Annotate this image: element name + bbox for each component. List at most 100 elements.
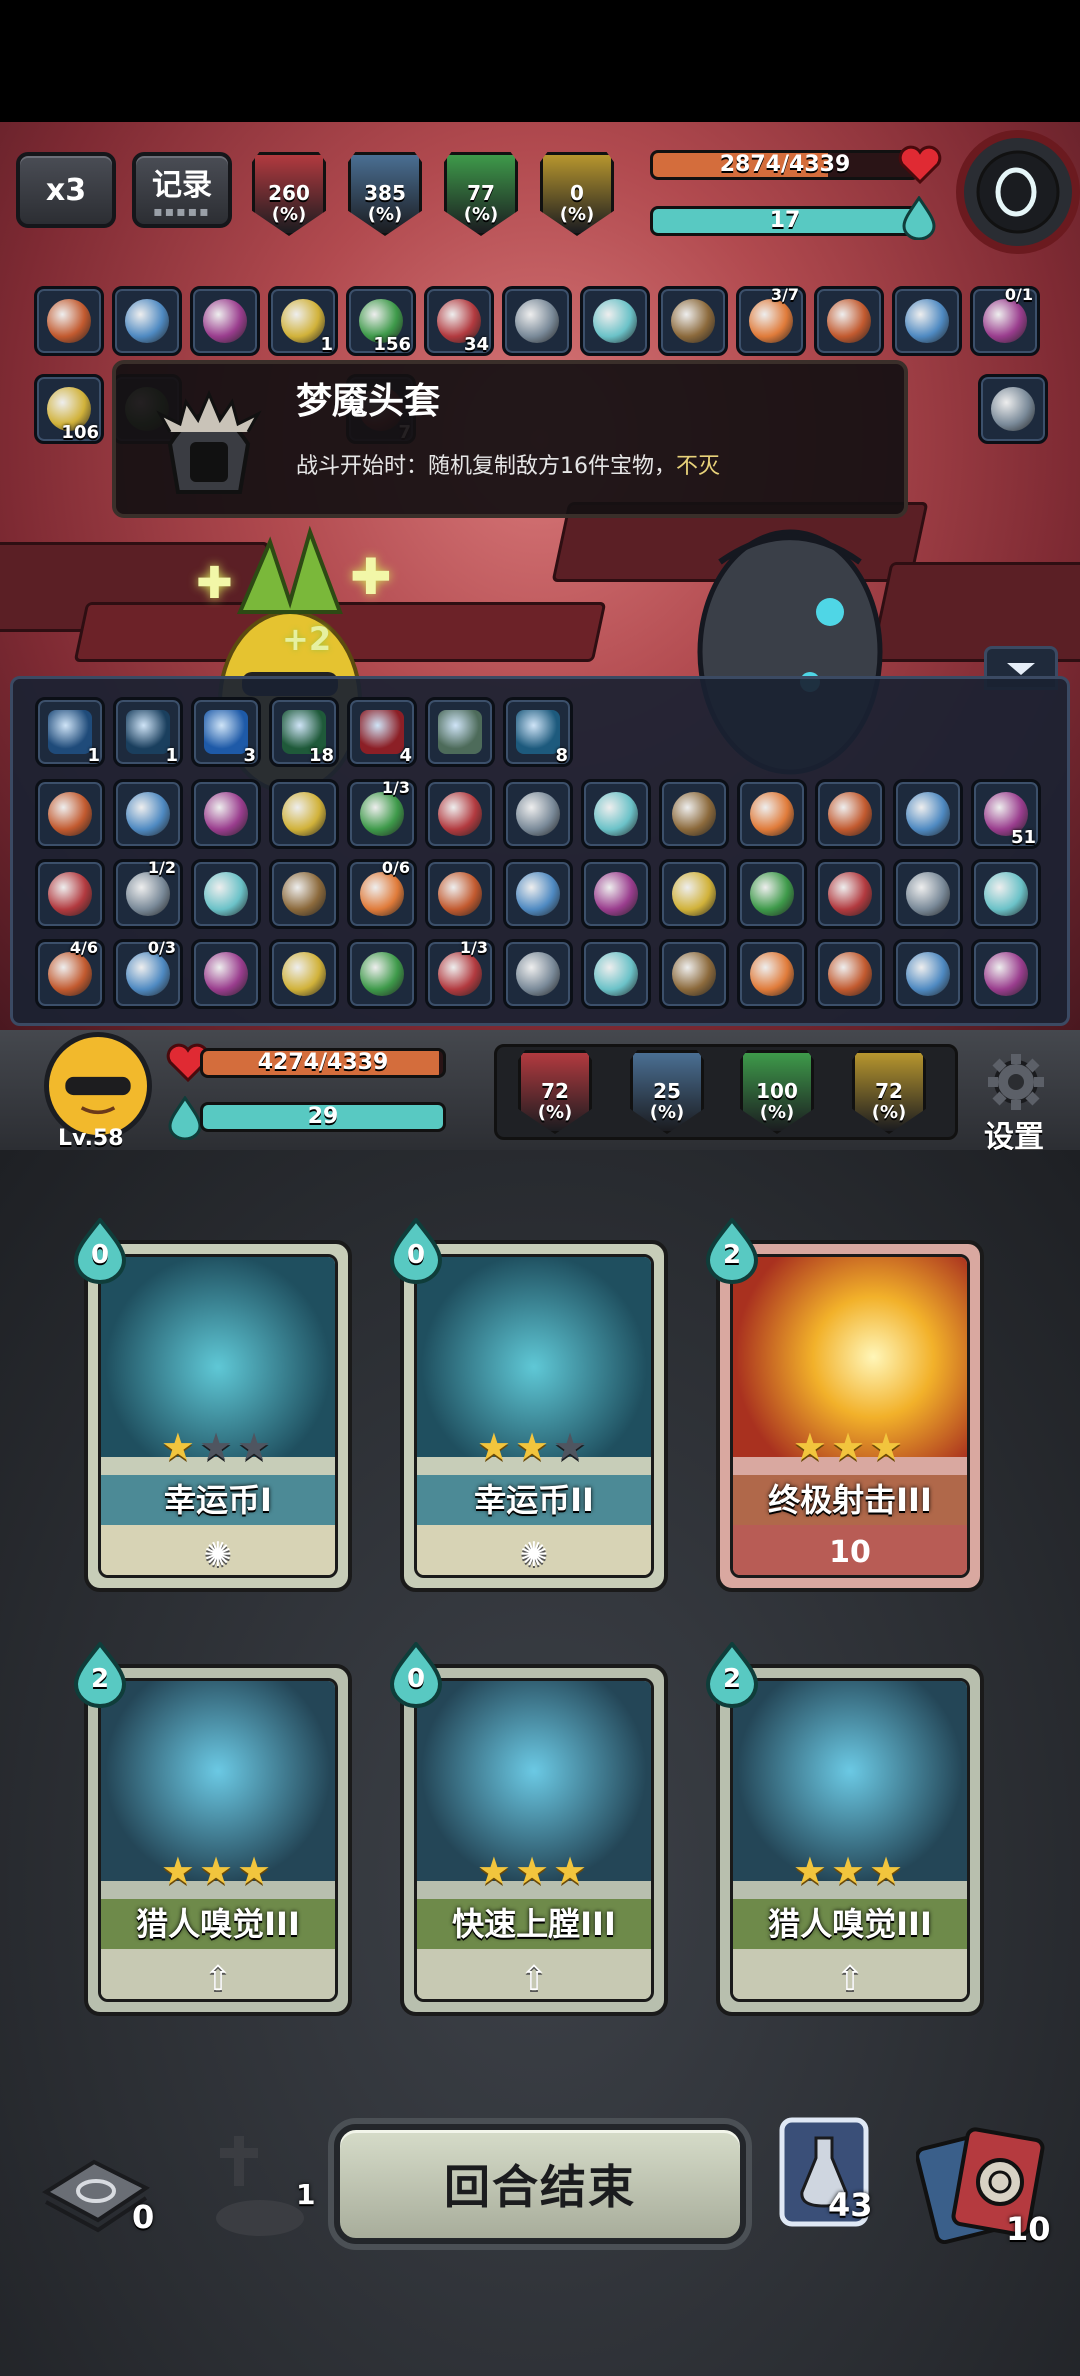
hand-card[interactable]: ★★★ 快速上膛III ⇧ 0 bbox=[389, 1640, 668, 2016]
relic-slot[interactable]: 3/7 bbox=[736, 285, 806, 356]
relic-slot[interactable] bbox=[659, 859, 729, 929]
relic-slot[interactable] bbox=[893, 859, 963, 929]
attack-stat: 260 (%) bbox=[252, 152, 326, 236]
relic-slot[interactable]: 4 bbox=[347, 697, 417, 767]
hand-card[interactable]: ★★★ 猎人嗅觉III ⇧ 2 bbox=[705, 1640, 984, 2016]
relic-slot[interactable] bbox=[269, 939, 339, 1009]
enemy-portrait[interactable] bbox=[952, 126, 1080, 256]
relic-slot[interactable] bbox=[191, 779, 261, 849]
crossbow-relic-icon bbox=[906, 952, 950, 996]
relic-slot[interactable] bbox=[815, 779, 885, 849]
relic-slot[interactable] bbox=[581, 779, 651, 849]
relic-slot[interactable]: 1 bbox=[35, 697, 105, 767]
draw-pile-button[interactable]: 10 bbox=[915, 2124, 1066, 2254]
relic-slot[interactable] bbox=[737, 859, 807, 929]
player-energy-text: 29 bbox=[307, 1104, 339, 1129]
speed-button[interactable]: x3 bbox=[16, 152, 116, 228]
relic-slot[interactable] bbox=[503, 859, 573, 929]
relic-slot[interactable]: 8 bbox=[503, 697, 573, 767]
relic-slot[interactable] bbox=[815, 939, 885, 1009]
relic-slot[interactable] bbox=[737, 939, 807, 1009]
relic-slot[interactable] bbox=[737, 779, 807, 849]
hand-card[interactable]: ★★★ 猎人嗅觉III ⇧ 2 bbox=[73, 1640, 352, 2016]
relic-slot[interactable] bbox=[503, 779, 573, 849]
relic-slot[interactable]: 1/2 bbox=[113, 858, 183, 929]
relic-slot[interactable] bbox=[269, 779, 339, 849]
discard-pile-button[interactable]: 0 bbox=[36, 2148, 156, 2238]
relic-slot[interactable]: 156 bbox=[346, 286, 416, 356]
relic-slot[interactable] bbox=[580, 286, 650, 356]
relic-slot[interactable]: 0/1 bbox=[970, 285, 1040, 356]
hand-card[interactable]: ★★★ 幸运币II ✺ 0 bbox=[389, 1216, 668, 1592]
damage-value: 10 bbox=[829, 1535, 871, 1570]
potion-count: 43 bbox=[828, 2186, 873, 2224]
relic-slot[interactable]: 1 bbox=[113, 697, 183, 767]
relic-slot[interactable] bbox=[581, 939, 651, 1009]
skill-icon: ✺ bbox=[519, 1535, 549, 1575]
end-turn-button[interactable]: 回合结束 bbox=[334, 2124, 746, 2244]
relic-slot[interactable]: 0/3 bbox=[113, 938, 183, 1009]
relic-slot[interactable] bbox=[269, 859, 339, 929]
relic-slot[interactable] bbox=[815, 859, 885, 929]
relic-slot[interactable] bbox=[658, 286, 728, 356]
gear-icon bbox=[988, 1054, 1044, 1110]
relic-slot[interactable]: 1/3 bbox=[347, 778, 417, 849]
log-button[interactable]: 记录 ▪▪▪▪▪ bbox=[132, 152, 232, 228]
relic-slot[interactable]: 51 bbox=[971, 779, 1041, 849]
card-cost: 0 bbox=[388, 1640, 444, 1708]
relic-count: 51 bbox=[1010, 827, 1036, 848]
hand-card[interactable]: ★★★ 幸运币I ✺ 0 bbox=[73, 1216, 352, 1592]
relic-progress: 0/3 bbox=[147, 938, 176, 957]
relic-slot[interactable]: 106 bbox=[34, 374, 104, 444]
relic-slot[interactable]: 18 bbox=[269, 697, 339, 767]
feather-relic-icon bbox=[360, 952, 404, 996]
relic-slot[interactable] bbox=[191, 939, 261, 1009]
relic-slot[interactable]: 0/6 bbox=[347, 858, 417, 929]
relic-slot[interactable] bbox=[978, 374, 1048, 444]
relic-slot[interactable] bbox=[190, 286, 260, 356]
relic-count: 18 bbox=[308, 745, 334, 766]
relic-slot[interactable] bbox=[347, 939, 417, 1009]
relic-slot[interactable] bbox=[581, 859, 651, 929]
relic-slot[interactable]: 34 bbox=[424, 286, 494, 356]
relic-count: 1 bbox=[320, 334, 333, 355]
relic-slot[interactable] bbox=[503, 939, 573, 1009]
relic-slot[interactable] bbox=[659, 779, 729, 849]
card-effect: ✺ bbox=[101, 1525, 335, 1575]
card-cost-value: 2 bbox=[90, 1664, 110, 1694]
potion-pile-button[interactable]: 43 bbox=[776, 2114, 876, 2234]
relic-count: 8 bbox=[555, 745, 568, 766]
settings-button[interactable]: 设置 bbox=[976, 1052, 1056, 1155]
relic-slot[interactable]: 4/6 bbox=[35, 938, 105, 1009]
relic-slot[interactable] bbox=[35, 859, 105, 929]
relic-slot[interactable] bbox=[502, 286, 572, 356]
relic-slot[interactable] bbox=[893, 939, 963, 1009]
star-icon: ★ bbox=[198, 1425, 238, 1469]
grave-icon bbox=[216, 2136, 304, 2236]
relic-slot[interactable] bbox=[425, 697, 495, 767]
relic-slot[interactable] bbox=[112, 286, 182, 356]
relic-slot[interactable]: 3 bbox=[191, 697, 261, 767]
player-level: Lv.58 bbox=[58, 1126, 124, 1151]
relic-slot[interactable]: 1/3 bbox=[425, 938, 495, 1009]
relic-slot[interactable] bbox=[35, 779, 105, 849]
relic-slot[interactable] bbox=[113, 779, 183, 849]
relic-progress: 0/6 bbox=[381, 858, 410, 877]
enemy-energy-text: 17 bbox=[769, 208, 801, 233]
hand-card[interactable]: ★★★ 终极射击III 10 2 bbox=[705, 1216, 984, 1592]
relic-slot[interactable] bbox=[659, 939, 729, 1009]
relic-slot[interactable] bbox=[892, 286, 962, 356]
relic-slot[interactable] bbox=[893, 779, 963, 849]
player-avatar[interactable] bbox=[44, 1032, 152, 1140]
relic-slot[interactable] bbox=[971, 859, 1041, 929]
relic-slot[interactable] bbox=[191, 859, 261, 929]
relic-slot[interactable] bbox=[425, 859, 495, 929]
relic-slot[interactable] bbox=[971, 939, 1041, 1009]
cauliflower-relic-icon bbox=[204, 952, 248, 996]
relic-slot[interactable] bbox=[425, 779, 495, 849]
relic-slot[interactable]: 1 bbox=[268, 286, 338, 356]
grave-pile-button[interactable]: 1 bbox=[190, 2128, 320, 2238]
relic-slot[interactable] bbox=[34, 286, 104, 356]
sparkle-icon: ✚ bbox=[196, 558, 233, 609]
relic-slot[interactable] bbox=[814, 286, 884, 356]
